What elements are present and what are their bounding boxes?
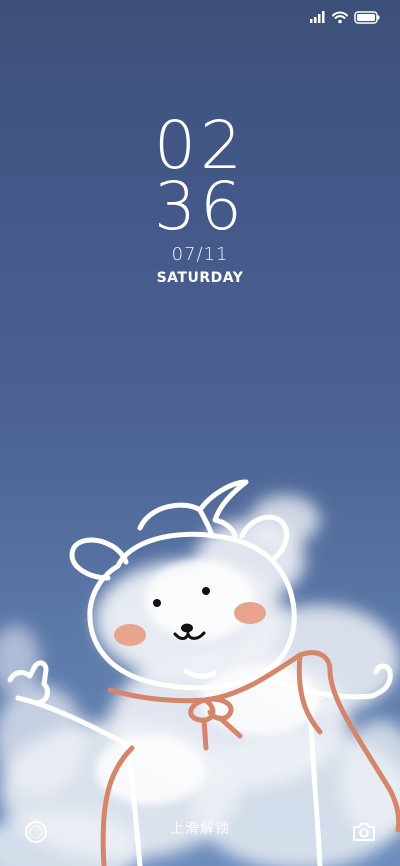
camera-icon [353, 823, 375, 841]
camera-button[interactable] [350, 818, 378, 846]
cellular-signal-icon [310, 11, 325, 23]
wifi-icon [332, 11, 348, 23]
lock-screen[interactable]: 02 36 07/11 SATURDAY 上滑解锁 [0, 0, 400, 866]
bear-cheek-right [234, 602, 266, 624]
bear-eye-right [202, 587, 210, 595]
battery-icon [354, 10, 380, 24]
bear-nose [181, 623, 193, 633]
unlock-hint: 上滑解锁 [170, 821, 230, 837]
status-bar [310, 8, 380, 26]
date-label: 07/11 [171, 244, 229, 265]
bear-cheek-left [114, 624, 146, 646]
clouds [0, 495, 400, 866]
weekday-label: SATURDAY [156, 270, 244, 286]
bear-eye-left [153, 599, 161, 607]
clock-minutes: 36 [154, 168, 246, 245]
